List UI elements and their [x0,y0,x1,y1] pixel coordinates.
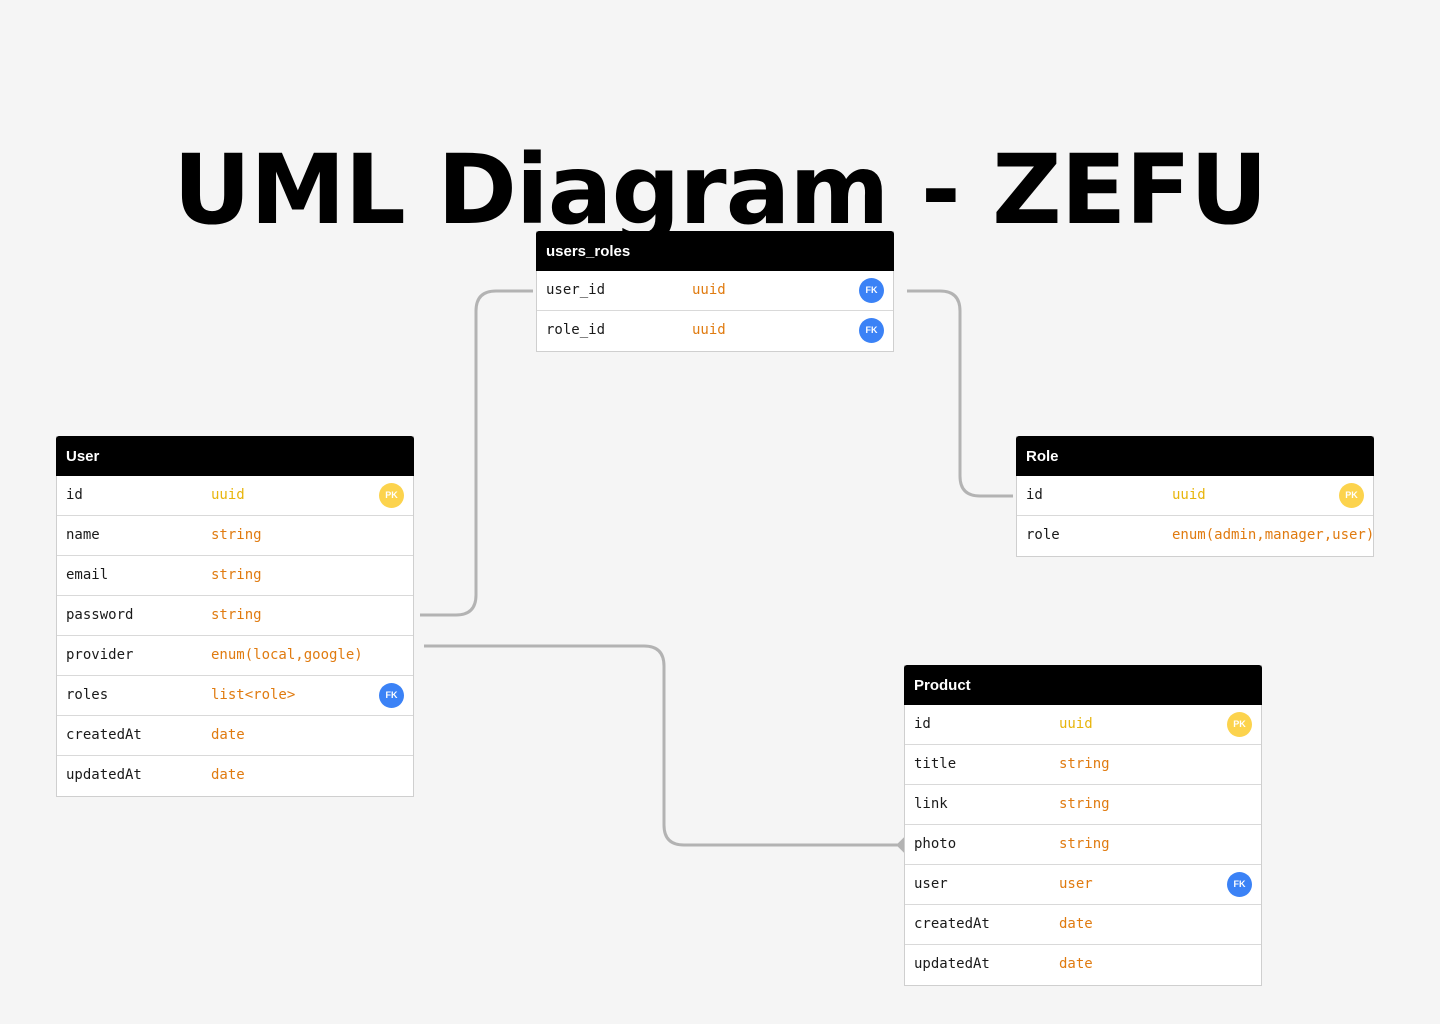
table-row-updatedat[interactable]: updatedAt date [905,945,1261,985]
pk-badge: PK [1339,483,1364,508]
fk-badge: FK [379,683,404,708]
table-row-createdat[interactable]: createdAt date [905,905,1261,945]
table-row-user[interactable]: user user FK [905,865,1261,905]
table-rows: id uuid PK name string email string password str… [57,476,413,796]
field-name: user_id [546,282,606,298]
field-name: user [914,876,948,892]
field-type: uuid [692,282,726,298]
table-rows: id uuid PK title string link string photo string… [905,705,1261,985]
connector-user-provider-to-product-photo [424,644,898,847]
table-row-link[interactable]: link string [905,785,1261,825]
field-type: uuid [211,487,245,503]
field-type: string [211,527,262,543]
field-name: role_id [546,322,606,338]
table-row-password[interactable]: password string [57,596,413,636]
field-name: createdAt [914,916,990,932]
table-row-name[interactable]: name string [57,516,413,556]
field-name: id [1026,487,1043,503]
table-users-roles[interactable]: users_roles user_id uuid FK role_id uuid FK [536,231,894,352]
table-header[interactable]: users_roles [536,231,894,271]
field-name: link [914,796,948,812]
field-type: string [1059,796,1110,812]
table-row-updatedat[interactable]: updatedAt date [57,756,413,796]
field-type: enum(admin,manager,user) [1172,527,1375,543]
fk-badge: FK [1227,872,1252,897]
pk-badge: PK [1227,712,1252,737]
fk-badge: FK [859,278,884,303]
field-type: user [1059,876,1093,892]
field-name: updatedAt [66,767,142,783]
field-type: date [211,727,245,743]
field-name: password [66,607,134,623]
field-type: date [1059,916,1093,932]
table-row-roles[interactable]: roles list<role> FK [57,676,413,716]
connector-users-roles-to-role-id [907,289,1013,498]
field-name: provider [66,647,134,663]
field-name: updatedAt [914,956,990,972]
table-user[interactable]: User id uuid PK name string email string passwo… [56,436,414,797]
field-name: role [1026,527,1060,543]
table-role[interactable]: Role id uuid PK role enum(admin,manager,user… [1016,436,1374,557]
table-row-id[interactable]: id uuid PK [1017,476,1373,516]
field-type: string [1059,756,1110,772]
field-type: string [1059,836,1110,852]
table-row-photo[interactable]: photo string [905,825,1261,865]
table-header[interactable]: Role [1016,436,1374,476]
field-name: id [66,487,83,503]
field-type: list<role> [211,687,296,703]
field-name: name [66,527,100,543]
table-row-role[interactable]: role enum(admin,manager,user) [1017,516,1375,556]
field-type: uuid [692,322,726,338]
field-name: photo [914,836,957,852]
pk-badge: PK [379,483,404,508]
table-row-email[interactable]: email string [57,556,413,596]
table-product[interactable]: Product id uuid PK title string link string pho… [904,665,1262,986]
field-type: string [211,567,262,583]
field-type: enum(local,google) [211,647,363,663]
table-rows: user_id uuid FK role_id uuid FK [537,271,893,351]
table-header[interactable]: Product [904,665,1262,705]
field-type: uuid [1172,487,1206,503]
field-name: email [66,567,109,583]
table-row-role_id[interactable]: role_id uuid FK [537,311,893,351]
fk-badge: FK [859,318,884,343]
field-name: id [914,716,931,732]
table-row-createdat[interactable]: createdAt date [57,716,413,756]
table-row-title[interactable]: title string [905,745,1261,785]
table-row-user_id[interactable]: user_id uuid FK [537,271,893,311]
field-type: uuid [1059,716,1093,732]
field-type: date [1059,956,1093,972]
table-header[interactable]: User [56,436,414,476]
table-row-id[interactable]: id uuid PK [905,705,1261,745]
field-type: string [211,607,262,623]
field-type: date [211,767,245,783]
table-rows: id uuid PK role enum(admin,manager,user) [1017,476,1375,556]
table-row-id[interactable]: id uuid PK [57,476,413,516]
field-name: roles [66,687,109,703]
field-name: createdAt [66,727,142,743]
table-row-provider[interactable]: provider enum(local,google) [57,636,413,676]
connector-user-password-to-users-roles-user-id [420,289,533,617]
field-name: title [914,756,957,772]
